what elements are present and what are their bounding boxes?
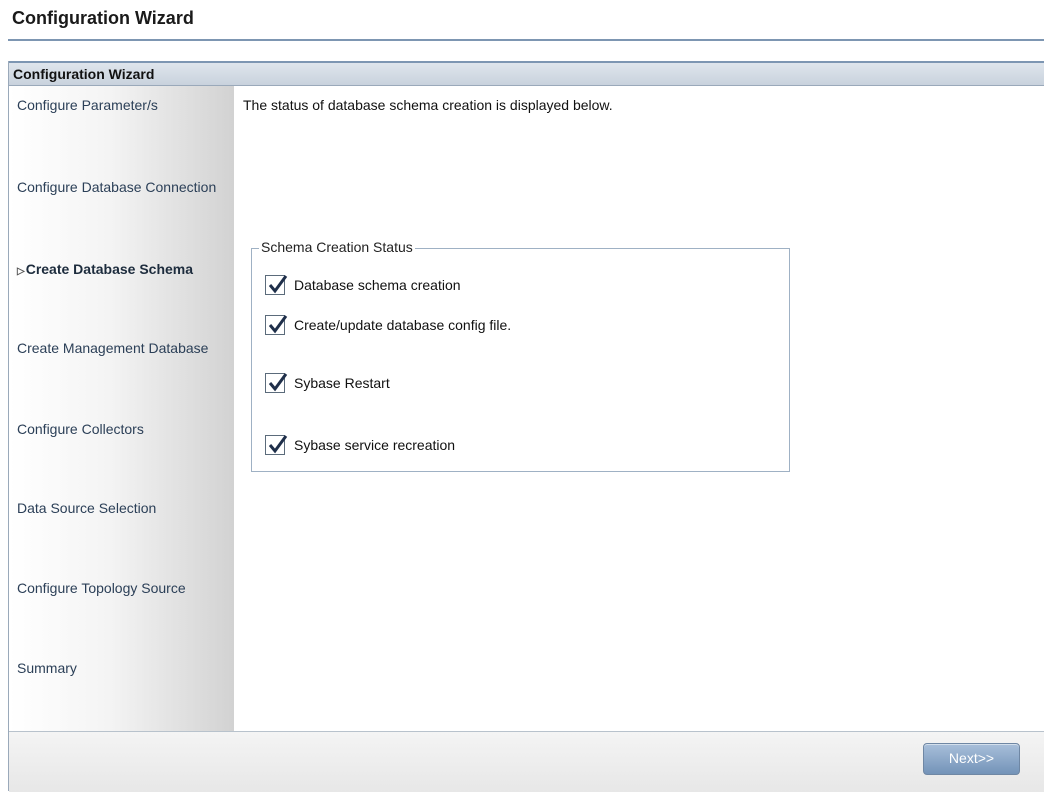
- page-title: Configuration Wizard: [12, 8, 194, 28]
- checkmark-icon[interactable]: [265, 315, 288, 335]
- configuration-wizard: Configuration Wizard Configure Parameter…: [8, 61, 1044, 792]
- status-item-sybase-service: Sybase service recreation: [265, 433, 455, 457]
- next-button[interactable]: Next>>: [923, 743, 1020, 775]
- status-item-sybase-restart: Sybase Restart: [265, 371, 390, 395]
- wizard-footer: Next>>: [9, 731, 1044, 792]
- status-item-schema-creation: Database schema creation: [265, 273, 461, 297]
- step-configure-parameters[interactable]: Configure Parameter/s: [17, 95, 229, 115]
- triangle-right-icon: ▷: [17, 266, 25, 277]
- intro-text: The status of database schema creation i…: [243, 97, 613, 113]
- step-create-management-database[interactable]: Create Management Database: [17, 338, 229, 358]
- step-configure-database-connection[interactable]: Configure Database Connection: [17, 177, 229, 197]
- step-summary[interactable]: Summary: [17, 658, 229, 678]
- checkmark-icon[interactable]: [265, 373, 288, 393]
- step-label: Create Database Schema: [25, 261, 194, 277]
- wizard-content: The status of database schema creation i…: [234, 86, 1044, 731]
- step-data-source-selection[interactable]: Data Source Selection: [17, 498, 229, 518]
- checkmark-icon[interactable]: [265, 275, 288, 295]
- status-item-label: Database schema creation: [294, 277, 461, 293]
- group-legend: Schema Creation Status: [259, 239, 415, 255]
- checkmark-icon[interactable]: [265, 435, 288, 455]
- wizard-header: Configuration Wizard: [9, 61, 1044, 86]
- wizard-steps-sidebar: Configure Parameter/s Configure Database…: [9, 86, 234, 731]
- step-configure-collectors[interactable]: Configure Collectors: [17, 419, 229, 439]
- status-item-label: Sybase Restart: [294, 375, 390, 391]
- step-configure-topology-source[interactable]: Configure Topology Source: [17, 578, 229, 598]
- schema-creation-status-group: Schema Creation Status Database schema c…: [251, 239, 790, 472]
- status-item-label: Sybase service recreation: [294, 437, 456, 453]
- status-item-config-file: Create/update database config file.: [265, 313, 511, 337]
- title-divider: [8, 39, 1044, 41]
- step-create-database-schema[interactable]: ▷Create Database Schema: [17, 259, 229, 282]
- status-item-label: Create/update database config file.: [294, 317, 512, 333]
